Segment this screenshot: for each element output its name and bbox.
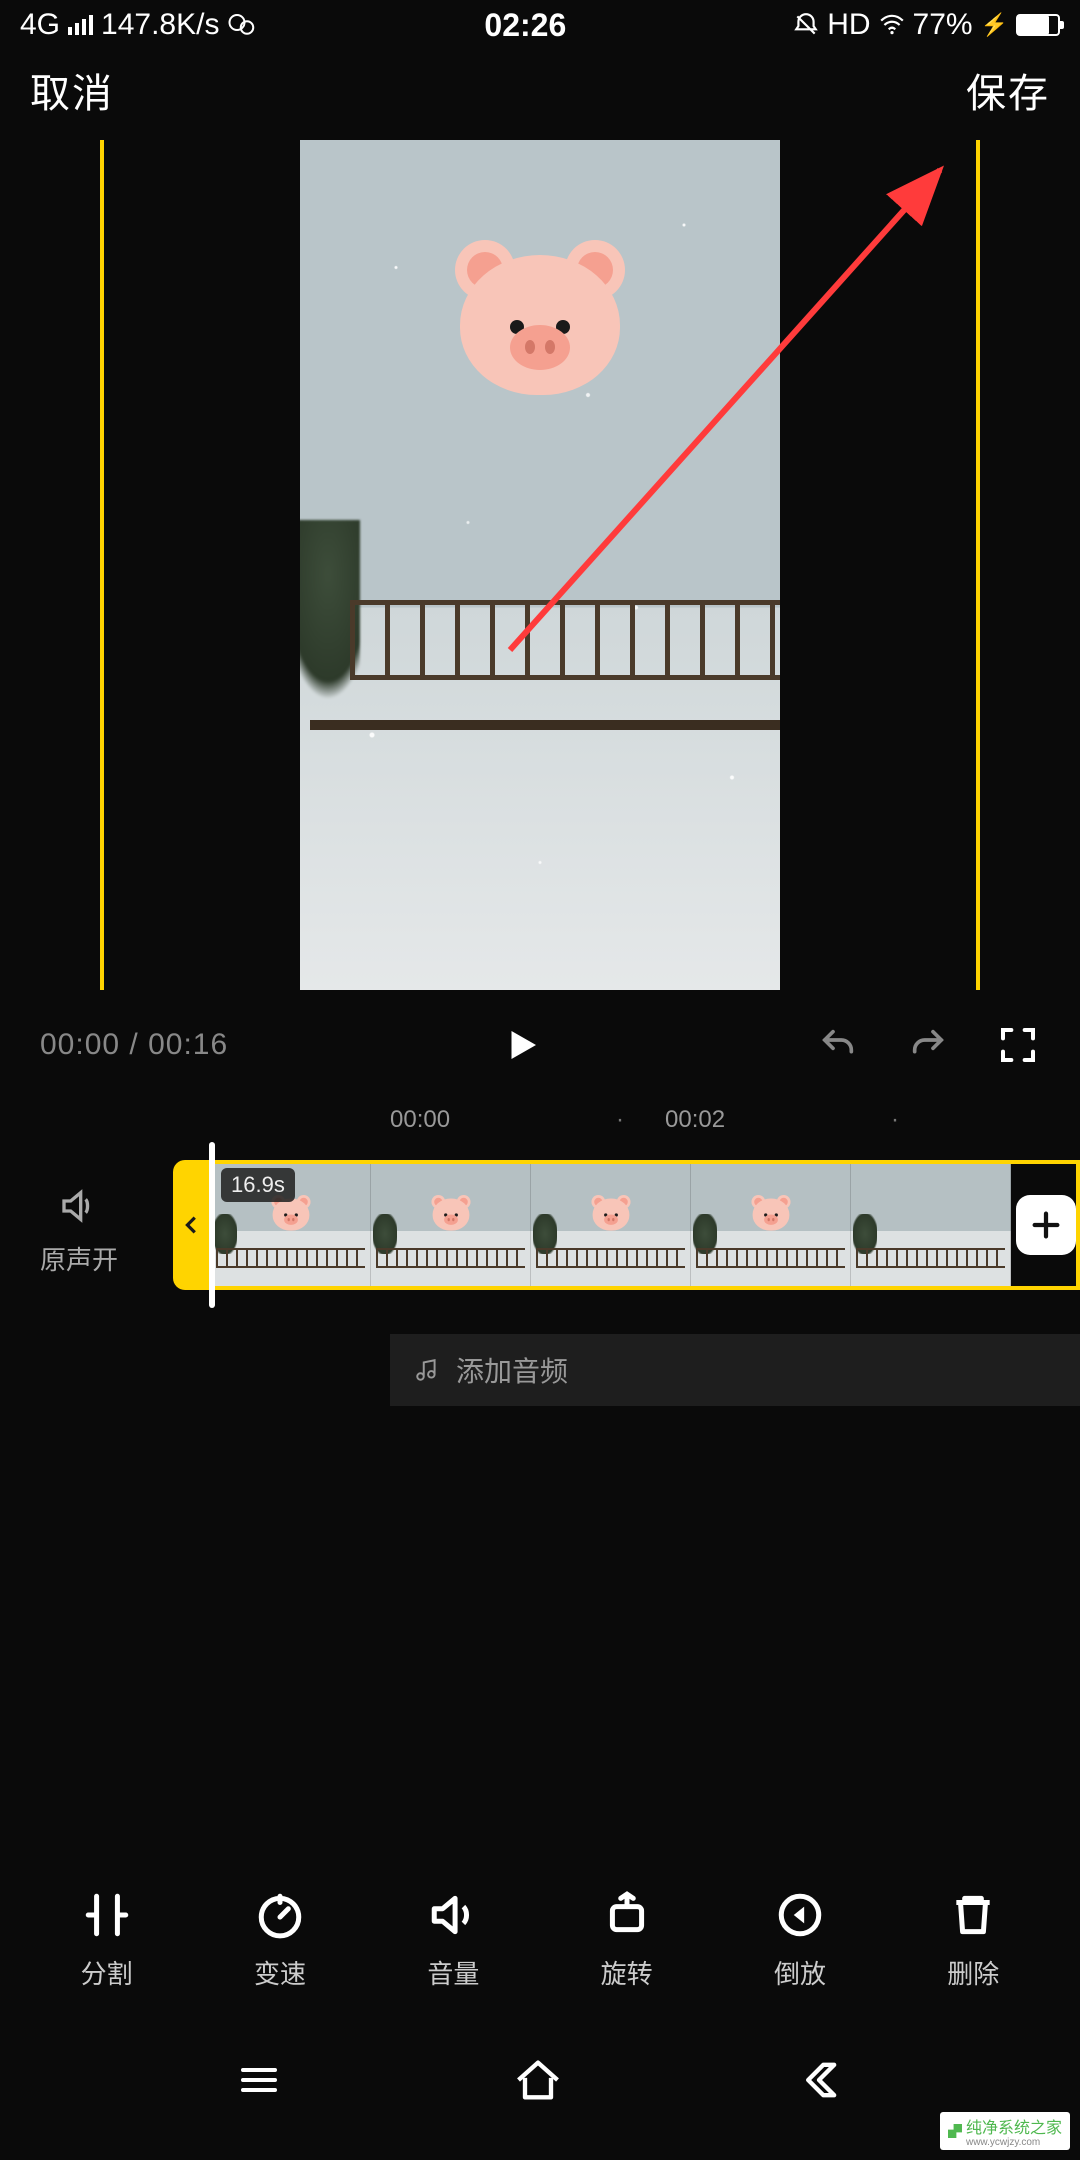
crop-guide-left[interactable]	[100, 140, 104, 990]
video-preview[interactable]	[300, 140, 780, 990]
wechat-icon	[227, 10, 257, 40]
split-icon	[82, 1890, 132, 1940]
wifi-icon	[879, 12, 905, 38]
clip-duration-badge: 16.9s	[221, 1168, 295, 1202]
timeline: 原声开 16.9s	[0, 1150, 1080, 1300]
trash-icon	[948, 1890, 998, 1940]
speaker-icon	[59, 1186, 99, 1226]
nav-home-icon[interactable]	[512, 2054, 564, 2106]
status-right: HD 77% ⚡	[793, 8, 1060, 42]
undo-button[interactable]	[816, 1023, 860, 1067]
tool-reverse[interactable]: 倒放	[774, 1890, 826, 1991]
clip-thumbnail	[691, 1164, 851, 1286]
rotate-icon	[602, 1890, 652, 1940]
add-clip-button[interactable]	[1016, 1195, 1076, 1255]
clock: 02:26	[484, 7, 566, 44]
tool-volume[interactable]: 音量	[427, 1890, 479, 1991]
ruler-dot: ·	[850, 1106, 940, 1134]
clip-thumbnail	[851, 1164, 1011, 1286]
watermark: 纯净系统之家 www.ycwjzy.com	[940, 2112, 1070, 2150]
battery-icon	[1016, 14, 1060, 36]
time-display: 00:00 / 00:16	[40, 1028, 228, 1062]
tool-speed[interactable]: 变速	[254, 1890, 306, 1991]
playback-controls: 00:00 / 00:16	[0, 1000, 1080, 1090]
cancel-button[interactable]: 取消	[30, 61, 114, 119]
fullscreen-button[interactable]	[996, 1023, 1040, 1067]
crop-guide-right[interactable]	[976, 140, 980, 990]
battery-pct: 77%	[913, 8, 973, 42]
original-sound-label: 原声开	[40, 1240, 118, 1277]
hd-label: HD	[827, 8, 870, 42]
reverse-icon	[775, 1890, 825, 1940]
pig-sticker	[450, 240, 630, 400]
clip-thumbnail	[531, 1164, 691, 1286]
top-action-bar: 取消 保存	[0, 50, 1080, 130]
system-nav-bar	[0, 2050, 1080, 2110]
timeline-ruler: 00:00 · 00:02 ·	[0, 1090, 1080, 1150]
tool-split[interactable]: 分割	[81, 1890, 133, 1991]
nav-back-icon[interactable]	[793, 2054, 845, 2106]
mute-icon	[793, 12, 819, 38]
ruler-tick: 00:02	[665, 1106, 850, 1134]
preview-area	[0, 130, 1080, 1000]
tool-rotate[interactable]: 旋转	[601, 1890, 653, 1991]
clip-handle-left[interactable]	[173, 1160, 211, 1290]
save-button[interactable]: 保存	[966, 61, 1050, 119]
original-sound-toggle[interactable]: 原声开	[40, 1186, 118, 1277]
ruler-tick: 00:00	[390, 1106, 575, 1134]
clip-thumbnail	[371, 1164, 531, 1286]
add-audio-label: 添加音频	[456, 1350, 568, 1390]
status-bar: 4G 147.8K/s 02:26 HD 77% ⚡	[0, 0, 1080, 50]
music-note-icon	[414, 1357, 440, 1383]
tool-delete[interactable]: 删除	[947, 1890, 999, 1991]
ruler-dot: ·	[575, 1106, 665, 1134]
net-speed: 147.8K/s	[101, 8, 219, 42]
network-type: 4G	[20, 8, 60, 42]
plus-icon	[1029, 1208, 1063, 1242]
play-button[interactable]	[501, 1024, 543, 1066]
add-audio-button[interactable]: 添加音频	[390, 1334, 1080, 1406]
edit-toolbar: 分割 变速 音量 旋转 倒放 删除	[0, 1870, 1080, 2010]
redo-button[interactable]	[906, 1023, 950, 1067]
playhead[interactable]	[209, 1142, 215, 1308]
charging-icon: ⚡	[981, 12, 1008, 38]
status-left: 4G 147.8K/s	[20, 8, 257, 42]
volume-icon	[428, 1890, 478, 1940]
chevron-left-icon	[181, 1211, 203, 1239]
nav-menu-icon[interactable]	[235, 2056, 283, 2104]
clip-track[interactable]: 16.9s	[173, 1150, 1080, 1300]
signal-icon	[68, 15, 93, 35]
speed-icon	[255, 1890, 305, 1940]
